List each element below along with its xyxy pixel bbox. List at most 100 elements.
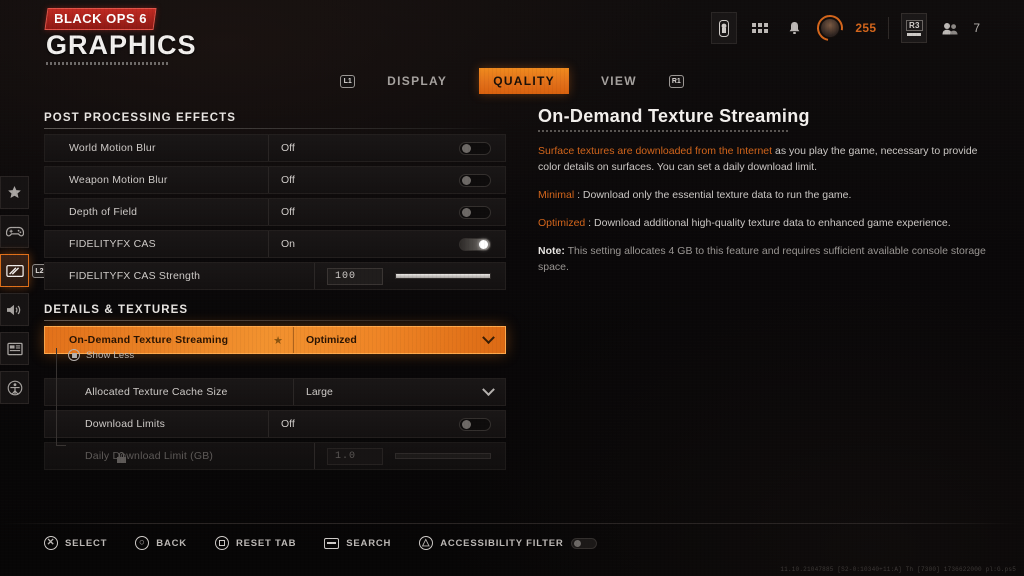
description-paragraph-2: Minimal : Download only the essential te…: [538, 187, 988, 203]
chevron-down-icon[interactable]: [482, 331, 495, 344]
setting-value: Off: [269, 418, 459, 430]
page-header: BLACK OPS 6 GRAPHICS: [46, 8, 197, 65]
value-slider: [395, 453, 491, 459]
body-text: : Download only the essential texture da…: [574, 189, 851, 201]
title-underline: [46, 62, 168, 65]
note-label: Note:: [538, 245, 565, 257]
action-search[interactable]: SEARCH: [324, 538, 391, 549]
description-paragraph-3: Optimized : Download additional high-qua…: [538, 215, 988, 231]
value-slider[interactable]: [395, 273, 491, 279]
description-note: Note: This setting allocates 4 GB to thi…: [538, 243, 988, 275]
toggle-switch[interactable]: [459, 174, 491, 187]
avatar[interactable]: [817, 15, 843, 41]
toggle-switch[interactable]: [459, 238, 491, 251]
toggle-switch[interactable]: [459, 418, 491, 431]
description-underline: [538, 130, 788, 132]
hud-bar: 255 R3 7: [711, 12, 980, 44]
tab-view[interactable]: VIEW: [587, 68, 651, 94]
square-button-icon: [215, 536, 229, 550]
build-version-watermark: 11.10.21047885 [S2-0:10340+11:A] Th [730…: [780, 566, 1016, 573]
triangle-button-icon: △: [419, 536, 433, 550]
accent-text: Minimal: [538, 189, 574, 201]
tab-bar: L1 DISPLAY QUALITY VIEW R1: [0, 68, 1024, 94]
black-ops-6-logo: BLACK OPS 6: [44, 8, 156, 30]
action-accessibility-filter[interactable]: △ ACCESSIBILITY FILTER: [419, 536, 596, 550]
accessibility-filter-toggle[interactable]: [571, 538, 597, 549]
setting-label: On-Demand Texture Streaming: [45, 334, 273, 346]
collapse-icon: [68, 349, 80, 361]
description-title: On-Demand Texture Streaming: [538, 106, 988, 127]
bell-icon[interactable]: [783, 14, 805, 42]
setting-label: Weapon Motion Blur: [45, 174, 268, 186]
setting-value: Large: [294, 386, 484, 398]
section-divider: [44, 320, 506, 321]
sidebar-item-interface[interactable]: [0, 332, 29, 365]
setting-label: Daily Download Limit (GB): [45, 450, 314, 462]
currency-count: 255: [855, 21, 876, 35]
action-label: RESET TAB: [236, 538, 296, 549]
action-label: SELECT: [65, 538, 107, 549]
action-back[interactable]: ○ BACK: [135, 536, 187, 550]
accent-text: Optimized: [538, 217, 585, 229]
setting-row-fidelityfx-cas-strength[interactable]: FIDELITYFX CAS Strength 100: [44, 262, 506, 290]
setting-row-fidelityfx-cas[interactable]: FIDELITYFX CAS On: [44, 230, 506, 258]
show-less-button[interactable]: Show Less: [68, 349, 134, 361]
battery-icon[interactable]: [711, 12, 737, 44]
setting-row-download-limits[interactable]: Download Limits Off: [44, 410, 506, 438]
show-less-label: Show Less: [86, 350, 134, 361]
sub-settings-tree-line: [56, 348, 66, 446]
favorite-star-icon[interactable]: ★: [273, 334, 283, 347]
sidebar-item-controller[interactable]: [0, 215, 29, 248]
toggle-switch[interactable]: [459, 142, 491, 155]
setting-value-container: 100: [315, 268, 505, 285]
tab-quality[interactable]: QUALITY: [479, 68, 569, 94]
sidebar-item-graphics[interactable]: L2: [0, 254, 29, 287]
players-icon[interactable]: [939, 14, 961, 42]
setting-row-daily-download-limit: Daily Download Limit (GB) 1.0: [44, 442, 506, 470]
setting-value-container: 1.0: [315, 448, 505, 465]
circle-button-icon: ○: [135, 536, 149, 550]
graphics-settings-screen: BLACK OPS 6 GRAPHICS 255 R3 7 L1 DISPLAY: [0, 0, 1024, 576]
action-reset-tab[interactable]: RESET TAB: [215, 536, 296, 550]
action-label: BACK: [156, 538, 187, 549]
setting-label: Allocated Texture Cache Size: [45, 386, 293, 398]
body-text: : Download additional high-quality textu…: [585, 217, 950, 229]
action-select[interactable]: ✕ SELECT: [44, 536, 107, 550]
setting-value: Optimized: [294, 334, 484, 346]
description-paragraph-1: Surface textures are downloaded from the…: [538, 143, 988, 175]
tab-display[interactable]: DISPLAY: [373, 68, 461, 94]
sidebar-item-accessibility[interactable]: [0, 371, 29, 404]
sidebar-item-favorites[interactable]: [0, 176, 29, 209]
section-divider: [44, 128, 506, 129]
hud-divider: [888, 17, 889, 39]
note-text: This setting allocates 4 GB to this feat…: [538, 245, 986, 273]
sidebar-item-audio[interactable]: [0, 293, 29, 326]
footer-actions: ✕ SELECT ○ BACK RESET TAB SEARCH △ ACCES…: [44, 536, 597, 550]
l1-bumper-icon[interactable]: L1: [340, 75, 355, 88]
setting-row-world-motion-blur[interactable]: World Motion Blur Off: [44, 134, 506, 162]
setting-value: Off: [269, 206, 459, 218]
keyboard-icon: [324, 538, 339, 549]
accent-text: Surface textures are downloaded from the…: [538, 145, 772, 157]
player-count: 7: [973, 21, 980, 35]
action-label: ACCESSIBILITY FILTER: [440, 538, 563, 549]
setting-row-allocated-texture-cache-size[interactable]: Allocated Texture Cache Size Large: [44, 378, 506, 406]
action-label: SEARCH: [346, 538, 391, 549]
setting-value: Off: [269, 142, 459, 154]
section-title-details-textures: DETAILS & TEXTURES: [44, 304, 506, 320]
chevron-down-icon[interactable]: [482, 383, 495, 396]
section-title-post-processing: POST PROCESSING EFFECTS: [44, 112, 506, 128]
setting-row-weapon-motion-blur[interactable]: Weapon Motion Blur Off: [44, 166, 506, 194]
apps-grid-icon[interactable]: [749, 14, 771, 42]
value-input[interactable]: 100: [327, 268, 383, 285]
setting-value: Off: [269, 174, 459, 186]
setting-label: Download Limits: [45, 418, 268, 430]
toggle-switch[interactable]: [459, 206, 491, 219]
setting-label: World Motion Blur: [45, 142, 268, 154]
r3-bumper-badge[interactable]: R3: [901, 13, 927, 43]
setting-label: FIDELITYFX CAS: [45, 238, 268, 250]
r1-bumper-icon[interactable]: R1: [669, 75, 684, 88]
description-panel: On-Demand Texture Streaming Surface text…: [538, 106, 988, 287]
setting-row-depth-of-field[interactable]: Depth of Field Off: [44, 198, 506, 226]
setting-label: Depth of Field: [45, 206, 268, 218]
